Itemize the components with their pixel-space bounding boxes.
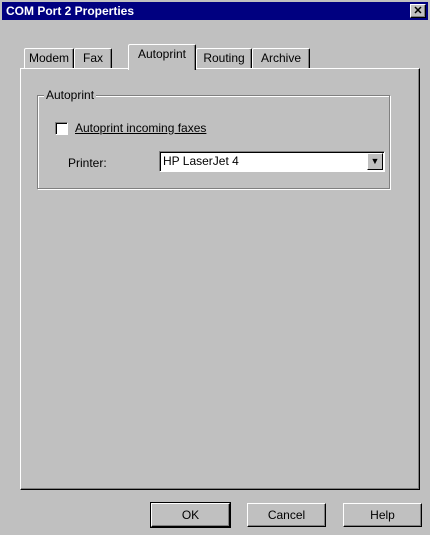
tab-fax[interactable]: Fax [74, 48, 112, 68]
close-button[interactable]: ✕ [410, 4, 426, 18]
ok-button[interactable]: OK [150, 502, 231, 528]
tab-panel-autoprint: Autoprint Autoprint incoming faxes Print… [20, 68, 420, 490]
autoprint-groupbox: Autoprint Autoprint incoming faxes Print… [37, 88, 390, 189]
tab-label: Modem [28, 51, 69, 65]
properties-dialog: COM Port 2 Properties ✕ Modem Fax Autopr… [0, 0, 430, 535]
tab-routing[interactable]: Routing [196, 48, 252, 68]
tab-label: Archive [260, 51, 301, 65]
autoprint-checkbox[interactable] [55, 122, 68, 135]
ok-button-label: OK [181, 508, 200, 522]
chevron-down-icon: ▼ [370, 156, 380, 166]
cancel-button[interactable]: Cancel [247, 503, 326, 527]
tab-autoprint[interactable]: Autoprint [128, 44, 196, 70]
tab-label: Routing [203, 51, 245, 65]
tab-archive[interactable]: Archive [252, 48, 310, 68]
printer-select[interactable]: HP LaserJet 4 ▼ [159, 151, 385, 172]
printer-select-value: HP LaserJet 4 [163, 154, 239, 168]
groupbox-legend: Autoprint [44, 88, 97, 102]
tab-label: Fax [82, 51, 103, 65]
title-bar[interactable]: COM Port 2 Properties ✕ [2, 2, 428, 20]
help-button[interactable]: Help [343, 503, 422, 527]
close-icon: ✕ [413, 5, 423, 17]
printer-label: Printer: [68, 156, 107, 170]
autoprint-checkbox-label[interactable]: Autoprint incoming faxes [75, 121, 206, 135]
cancel-button-label: Cancel [267, 508, 306, 522]
help-button-label: Help [370, 508, 395, 522]
tab-modem[interactable]: Modem [24, 48, 74, 68]
printer-dropdown-button[interactable]: ▼ [367, 153, 383, 170]
window-title: COM Port 2 Properties [6, 4, 135, 18]
tab-label: Autoprint [137, 47, 187, 61]
